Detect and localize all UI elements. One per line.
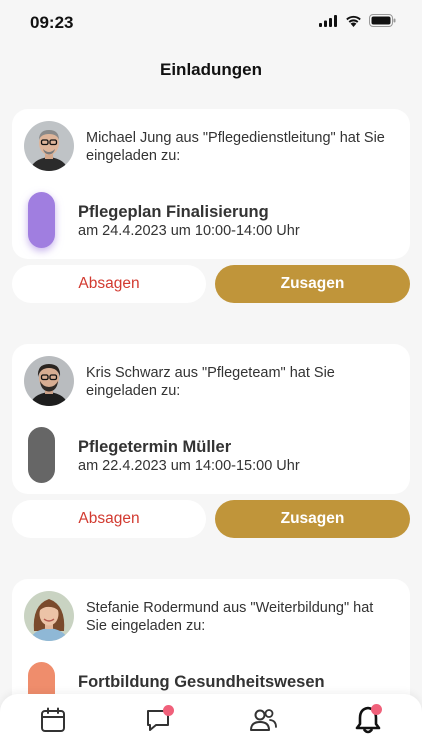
page-title: Einladungen: [160, 60, 262, 79]
accept-button[interactable]: Zusagen: [215, 265, 410, 303]
wifi-icon: [345, 14, 362, 32]
invitation-card-body[interactable]: Kris Schwarz aus "Pflegeteam" hat Sie ei…: [12, 344, 410, 494]
status-bar: 09:23: [0, 0, 422, 46]
signal-icon: [319, 14, 338, 32]
invitation-card-body[interactable]: Michael Jung aus "Pflegedienstleitung" h…: [12, 109, 410, 259]
tab-calendar[interactable]: [33, 704, 73, 740]
event-title: Pflegeplan Finalisierung: [78, 203, 269, 221]
avatar: [24, 591, 74, 641]
event-title: Pflegetermin Müller: [78, 438, 232, 456]
invitation-actions: Absagen Zusagen: [12, 500, 410, 538]
status-time: 09:23: [30, 13, 74, 32]
invitation-text: Stefanie Rodermund aus "Weiterbildung" h…: [86, 600, 374, 634]
avatar: [24, 121, 74, 171]
invitation-card: Michael Jung aus "Pflegedienstleitung" h…: [12, 109, 410, 303]
notification-badge: [371, 704, 382, 715]
event-time: am 24.4.2023 um 10:00-14:00 Uhr: [78, 223, 300, 239]
people-icon: [249, 707, 277, 738]
event-title: Fortbildung Gesundheitswesen: [78, 673, 325, 691]
invitation-text: Kris Schwarz aus "Pflegeteam" hat Sie ei…: [86, 365, 335, 399]
calendar-icon: [40, 707, 66, 738]
invitation-card: Kris Schwarz aus "Pflegeteam" hat Sie ei…: [12, 344, 410, 538]
tab-notifications[interactable]: [348, 704, 388, 740]
event-time: am 22.4.2023 um 14:00-15:00 Uhr: [78, 458, 300, 474]
decline-button[interactable]: Absagen: [12, 500, 206, 538]
accept-button[interactable]: Zusagen: [215, 500, 410, 538]
tab-bar: [0, 694, 422, 750]
notification-badge: [163, 705, 174, 716]
event-color-indicator: [28, 427, 55, 483]
tab-messages[interactable]: [138, 704, 178, 740]
status-icons: [319, 14, 396, 32]
battery-icon: [369, 14, 396, 32]
invitation-text: Michael Jung aus "Pflegedienstleitung" h…: [86, 130, 385, 164]
invitation-actions: Absagen Zusagen: [12, 265, 410, 303]
decline-button[interactable]: Absagen: [12, 265, 206, 303]
avatar: [24, 356, 74, 406]
event-color-indicator: [28, 192, 55, 248]
tab-contacts[interactable]: [243, 704, 283, 740]
